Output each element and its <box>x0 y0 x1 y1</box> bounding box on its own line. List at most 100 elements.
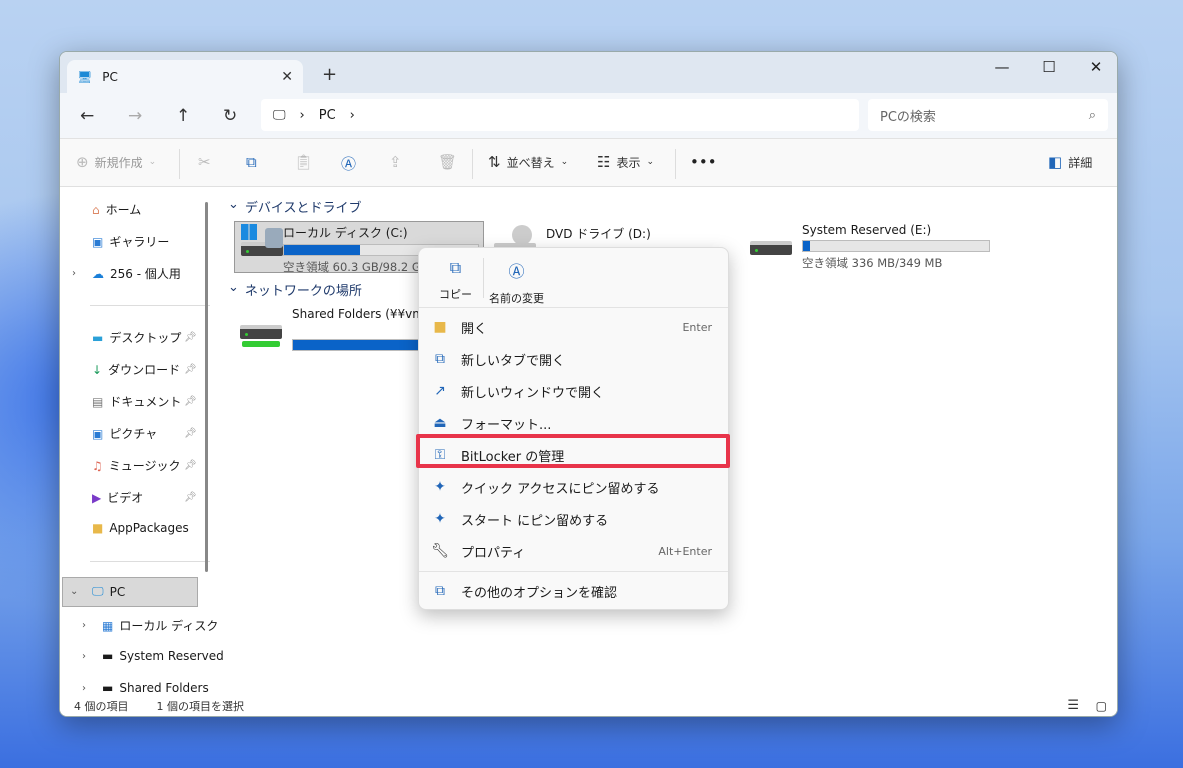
copy-menu-button[interactable]: ⧉ コピー <box>439 258 472 302</box>
section-devices[interactable]: ⌄ デバイスとドライブ <box>228 197 362 216</box>
close-button[interactable]: ✕ <box>1073 58 1117 76</box>
sidebar-item-pc[interactable]: ⌄ 🖵 PC <box>70 584 126 599</box>
drive-e[interactable]: System Reserved (E:) 空き領域 336 MB/349 MB <box>748 223 990 271</box>
sidebar-item-home[interactable]: ⌂ ホーム <box>92 201 141 218</box>
hard-drive-icon <box>748 223 794 263</box>
new-button[interactable]: ⊕ 新規作成 ⌄ <box>76 153 156 171</box>
sidebar-item-pictures[interactable]: ▣ ピクチャ 📌︎ <box>92 425 197 442</box>
sidebar-item-pc-selected[interactable] <box>62 577 198 607</box>
rename-icon: Ⓐ <box>341 155 357 173</box>
new-tab-button[interactable]: + <box>322 64 337 85</box>
external-window-icon: ↗ <box>434 383 446 399</box>
chevron-right-icon[interactable]: › <box>82 651 86 662</box>
chevron-right-icon[interactable]: › <box>82 620 86 631</box>
view-label: 表示 <box>616 155 641 170</box>
label: クイック アクセスにピン留めする <box>461 481 660 497</box>
label: プロパティ <box>461 545 526 561</box>
sidebar-item-documents[interactable]: ▤ ドキュメント 📌︎ <box>92 393 197 410</box>
breadcrumb-pc[interactable]: PC <box>319 108 336 123</box>
pin-icon: 📌︎ <box>184 460 197 471</box>
refresh-icon[interactable]: ↻ <box>223 106 237 126</box>
shortcut: Alt+Enter <box>658 544 712 558</box>
label: 名前の変更 <box>489 292 544 305</box>
sidebar-item-videos[interactable]: ▶ ビデオ 📌︎ <box>92 489 197 506</box>
details-button[interactable]: ◧ 詳細 <box>1048 153 1092 171</box>
sidebar-item-onedrive[interactable]: › ☁ 256 - 個人用 <box>72 265 181 282</box>
more-button[interactable]: ••• <box>690 153 717 171</box>
menu-item-open-new-window[interactable]: ↗ 新しいウィンドウで開く <box>431 378 718 404</box>
back-icon[interactable]: ← <box>80 106 94 126</box>
network-drive-icon <box>238 307 284 347</box>
tile-view-icon[interactable]: ▢ <box>1096 699 1107 713</box>
monitor-icon: 🖥 <box>77 69 93 84</box>
sidebar-item-desktop[interactable]: ▬ デスクトップ 📌︎ <box>92 329 197 346</box>
menu-item-pin-start[interactable]: ✦ スタート にピン留めする <box>431 506 718 532</box>
list-view-icon[interactable]: ☰ <box>1067 698 1079 713</box>
chevron-icon: › <box>299 107 305 123</box>
delete-button[interactable]: 🗑︎ <box>438 153 457 171</box>
usage-fill <box>803 241 811 251</box>
share-button[interactable]: ⇪ <box>389 153 402 171</box>
rename-button[interactable]: Ⓐ <box>341 153 356 174</box>
search-input[interactable]: PCの検索 ⌕ <box>868 99 1108 131</box>
chevron-right-icon[interactable]: › <box>82 683 86 694</box>
forward-icon[interactable]: → <box>128 106 142 126</box>
label: ビデオ <box>107 491 144 505</box>
address-bar[interactable]: 🖵 › PC › <box>261 99 859 131</box>
label: AppPackages <box>109 521 189 535</box>
pin-icon: 📌︎ <box>184 396 197 407</box>
sort-button[interactable]: ⇅ 並べ替え ⌄ <box>488 153 568 171</box>
label: PC <box>109 584 126 599</box>
menu-item-properties[interactable]: 🔧︎ プロパティ Alt+Enter <box>431 538 718 564</box>
label: ダウンロード <box>108 363 181 377</box>
section-network[interactable]: ⌄ ネットワークの場所 <box>228 280 362 299</box>
drive-free: 空き領域 336 MB/349 MB <box>802 256 943 270</box>
view-button[interactable]: ☷ 表示 ⌄ <box>597 153 654 171</box>
desktop-icon: ▬ <box>92 330 104 345</box>
divider <box>419 571 728 572</box>
item-count: 4 個の項目 <box>74 699 129 713</box>
sidebar-item-downloads[interactable]: ↓ ダウンロード 📌︎ <box>92 361 197 378</box>
cut-button[interactable]: ✂ <box>198 153 211 171</box>
close-tab-icon[interactable]: ✕ <box>281 69 293 85</box>
chevron-right-icon[interactable]: › <box>72 268 76 279</box>
view-icon: ☷ <box>597 153 611 171</box>
sidebar-scrollbar[interactable] <box>205 202 208 572</box>
chevron-down-icon: ⌄ <box>228 280 239 295</box>
paste-button[interactable]: 📋︎ <box>294 153 313 171</box>
monitor-icon: 🖵 <box>92 584 104 598</box>
menu-item-open-new-tab[interactable]: ⧉ 新しいタブで開く <box>431 346 718 372</box>
menu-item-open[interactable]: ■ 開く Enter <box>431 314 718 340</box>
maximize-button[interactable]: ☐ <box>1026 58 1072 76</box>
copy-button[interactable]: ⧉ <box>246 153 257 171</box>
menu-item-more-options[interactable]: ⧉ その他のオプションを確認 <box>431 578 718 604</box>
sidebar-item-gallery[interactable]: ▣ ギャラリー <box>92 233 169 250</box>
pin-icon: 📌︎ <box>184 428 197 439</box>
chevron-icon: › <box>349 107 355 123</box>
menu-item-pin-quick-access[interactable]: ✦ クイック アクセスにピン留めする <box>431 474 718 500</box>
divider <box>483 258 484 298</box>
divider <box>675 149 676 179</box>
rename-menu-button[interactable]: Ⓐ 名前の変更 <box>489 258 544 306</box>
pin-icon: ✦ <box>434 511 446 527</box>
divider <box>472 149 473 179</box>
sidebar-item-apppackages[interactable]: ■ AppPackages <box>92 521 189 535</box>
sidebar-item-music[interactable]: ♫ ミュージック 📌︎ <box>92 457 197 474</box>
home-icon: ⌂ <box>92 202 100 217</box>
clipboard-icon: 📋︎ <box>294 153 314 171</box>
document-icon: ▤ <box>92 394 104 409</box>
more-options-icon: ⧉ <box>435 583 445 599</box>
sidebar-item-system-reserved[interactable]: › ▬ System Reserved <box>82 649 224 663</box>
label: スタート にピン留めする <box>461 513 609 529</box>
navigation-pane: ⌂ ホーム ▣ ギャラリー › ☁ 256 - 個人用 ▬ デスクトップ 📌︎ ↓ ダウンロー… <box>60 187 224 697</box>
sidebar-item-local-disk[interactable]: › ▦ ローカル ディスク <box>82 617 218 634</box>
menu-item-format[interactable]: ⏏ フォーマット... <box>431 410 718 436</box>
chevron-down-icon[interactable]: ⌄ <box>70 586 78 597</box>
drive-icon: ▬ <box>102 649 114 663</box>
pin-icon: 📌︎ <box>184 364 197 375</box>
up-icon[interactable]: ↑ <box>176 106 190 126</box>
minimize-button[interactable]: — <box>979 58 1025 76</box>
sidebar-item-shared-folders[interactable]: › ▬ Shared Folders <box>82 681 209 695</box>
shortcut: Enter <box>682 320 712 334</box>
tab-pc[interactable]: 🖥 PC ✕ <box>67 60 303 93</box>
